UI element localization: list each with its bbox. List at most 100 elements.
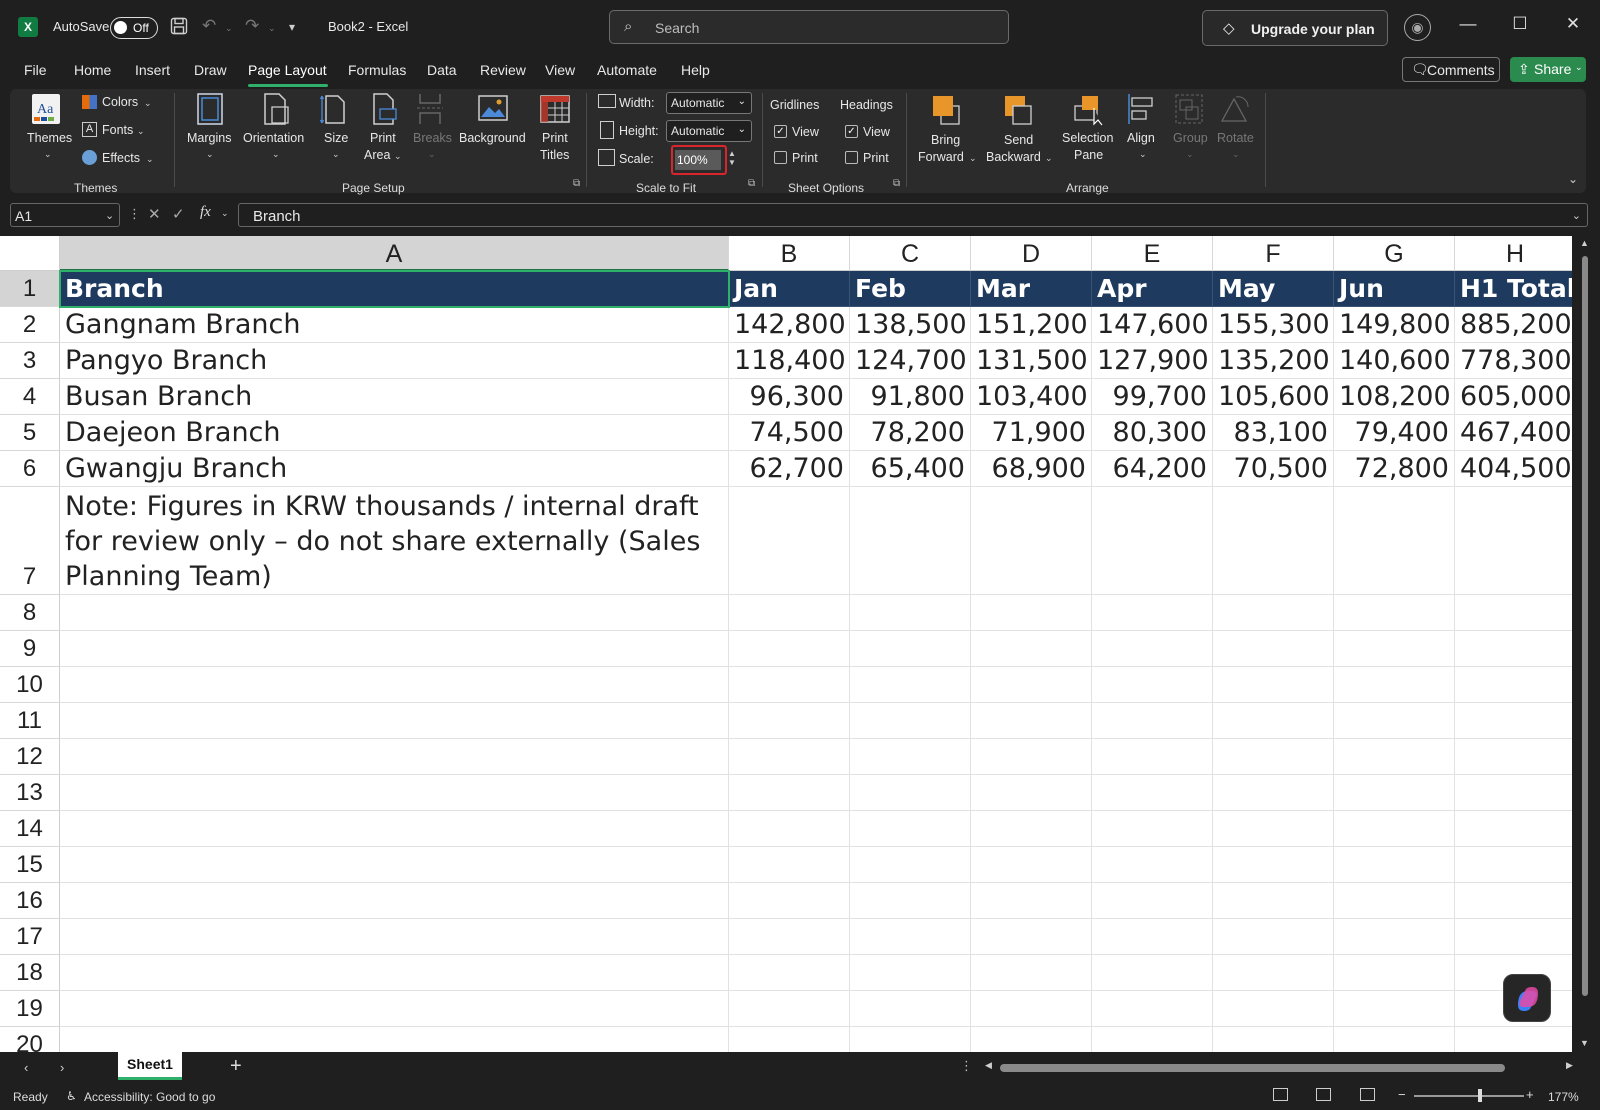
accessibility-status[interactable]: Accessibility: Good to go: [84, 1090, 215, 1104]
cell[interactable]: [729, 703, 850, 739]
cell[interactable]: [60, 955, 729, 991]
cell[interactable]: [729, 487, 850, 595]
cell[interactable]: [1455, 775, 1572, 811]
maximize-icon[interactable]: ☐: [1505, 14, 1535, 34]
tab-review[interactable]: Review: [480, 62, 526, 78]
cell[interactable]: [971, 595, 1092, 631]
cell[interactable]: [729, 847, 850, 883]
cell[interactable]: 131,500: [971, 343, 1092, 379]
confirm-entry-icon[interactable]: ✓: [172, 205, 185, 223]
cell[interactable]: [729, 775, 850, 811]
row-header-11[interactable]: 11: [0, 703, 60, 739]
undo-dropdown-icon[interactable]: ⌄: [225, 23, 233, 34]
cell[interactable]: 80,300: [1092, 415, 1213, 451]
cell[interactable]: [729, 991, 850, 1027]
cell[interactable]: [1334, 667, 1455, 703]
cell[interactable]: [1334, 991, 1455, 1027]
undo-icon[interactable]: ↶: [202, 16, 216, 36]
cell[interactable]: [971, 847, 1092, 883]
themes-dropdown-icon[interactable]: ⌄: [44, 149, 52, 160]
cell[interactable]: 65,400: [850, 451, 971, 487]
cell[interactable]: [729, 1027, 850, 1052]
margins-dropdown-icon[interactable]: ⌄: [206, 149, 214, 160]
minimize-icon[interactable]: —: [1453, 14, 1483, 34]
cell[interactable]: 78,200: [850, 415, 971, 451]
cell[interactable]: [729, 595, 850, 631]
cell[interactable]: [729, 883, 850, 919]
row-header-20[interactable]: 20: [0, 1027, 60, 1052]
print-titles-icon[interactable]: [540, 93, 570, 128]
cell[interactable]: 467,400: [1455, 415, 1572, 451]
cell[interactable]: [1092, 847, 1213, 883]
orientation-label[interactable]: Orientation: [243, 131, 304, 145]
cell[interactable]: 96,300: [729, 379, 850, 415]
tab-view[interactable]: View: [545, 62, 575, 78]
header-cell[interactable]: Apr: [1092, 271, 1213, 307]
align-dropdown-icon[interactable]: ⌄: [1139, 149, 1147, 160]
cell[interactable]: [1213, 739, 1334, 775]
cell[interactable]: 105,600: [1213, 379, 1334, 415]
cell[interactable]: [1213, 631, 1334, 667]
cell[interactable]: 103,400: [971, 379, 1092, 415]
cell[interactable]: [1334, 919, 1455, 955]
cell[interactable]: [1213, 1027, 1334, 1052]
cell[interactable]: [60, 667, 729, 703]
tab-home[interactable]: Home: [74, 62, 111, 78]
cell[interactable]: Busan Branch: [60, 379, 729, 415]
cell[interactable]: [1334, 739, 1455, 775]
insert-function-dropdown-icon[interactable]: ⌄: [221, 208, 229, 219]
cell[interactable]: [850, 487, 971, 595]
tab-formulas[interactable]: Formulas: [348, 62, 406, 78]
cell[interactable]: [1334, 703, 1455, 739]
cell[interactable]: 605,000: [1455, 379, 1572, 415]
copilot-button[interactable]: [1503, 974, 1551, 1022]
print-titles-label-2[interactable]: Titles: [540, 148, 569, 162]
cell[interactable]: [1092, 487, 1213, 595]
zoom-out-icon[interactable]: −: [1398, 1087, 1406, 1102]
row-header-19[interactable]: 19: [0, 991, 60, 1027]
column-header-a[interactable]: A: [60, 236, 729, 271]
row-header-18[interactable]: 18: [0, 955, 60, 991]
scroll-left-icon[interactable]: ◀: [985, 1060, 992, 1071]
cell[interactable]: [850, 847, 971, 883]
cell[interactable]: [1455, 1027, 1572, 1052]
print-titles-label-1[interactable]: Print: [542, 131, 568, 145]
cell[interactable]: 71,900: [971, 415, 1092, 451]
cell[interactable]: [1455, 487, 1572, 595]
gridlines-print-checkbox[interactable]: [774, 151, 787, 164]
background-label[interactable]: Background: [459, 131, 526, 145]
cell[interactable]: [850, 991, 971, 1027]
formula-bar[interactable]: Branch ⌄: [238, 203, 1588, 227]
selection-pane-icon[interactable]: [1074, 94, 1104, 129]
share-button[interactable]: ⇪ Share ⌄: [1510, 57, 1586, 82]
page-break-view-icon[interactable]: [1360, 1088, 1375, 1101]
orientation-icon[interactable]: [260, 93, 290, 128]
align-icon[interactable]: [1127, 93, 1157, 128]
cell[interactable]: [729, 739, 850, 775]
cell[interactable]: 778,300: [1455, 343, 1572, 379]
row-header-9[interactable]: 9: [0, 631, 60, 667]
cell[interactable]: 62,700: [729, 451, 850, 487]
cell[interactable]: [1334, 595, 1455, 631]
cell[interactable]: [729, 919, 850, 955]
column-header-d[interactable]: D: [971, 236, 1092, 271]
cell[interactable]: [971, 811, 1092, 847]
cell[interactable]: [60, 703, 729, 739]
cell[interactable]: [1334, 811, 1455, 847]
print-area-label-2[interactable]: Area: [364, 148, 390, 162]
cell[interactable]: [1092, 739, 1213, 775]
column-header-b[interactable]: B: [729, 236, 850, 271]
cell[interactable]: [971, 883, 1092, 919]
tab-insert[interactable]: Insert: [135, 62, 170, 78]
row-header-13[interactable]: 13: [0, 775, 60, 811]
zoom-slider-thumb[interactable]: [1478, 1089, 1482, 1102]
cell[interactable]: [1092, 883, 1213, 919]
cell[interactable]: [1213, 775, 1334, 811]
bring-forward-label-1[interactable]: Bring: [931, 133, 960, 147]
bring-forward-label-2[interactable]: Forward: [918, 150, 964, 164]
scroll-right-icon[interactable]: ▶: [1566, 1060, 1573, 1071]
header-cell[interactable]: Mar: [971, 271, 1092, 307]
column-header-c[interactable]: C: [850, 236, 971, 271]
cell[interactable]: [1213, 919, 1334, 955]
cell[interactable]: [971, 955, 1092, 991]
